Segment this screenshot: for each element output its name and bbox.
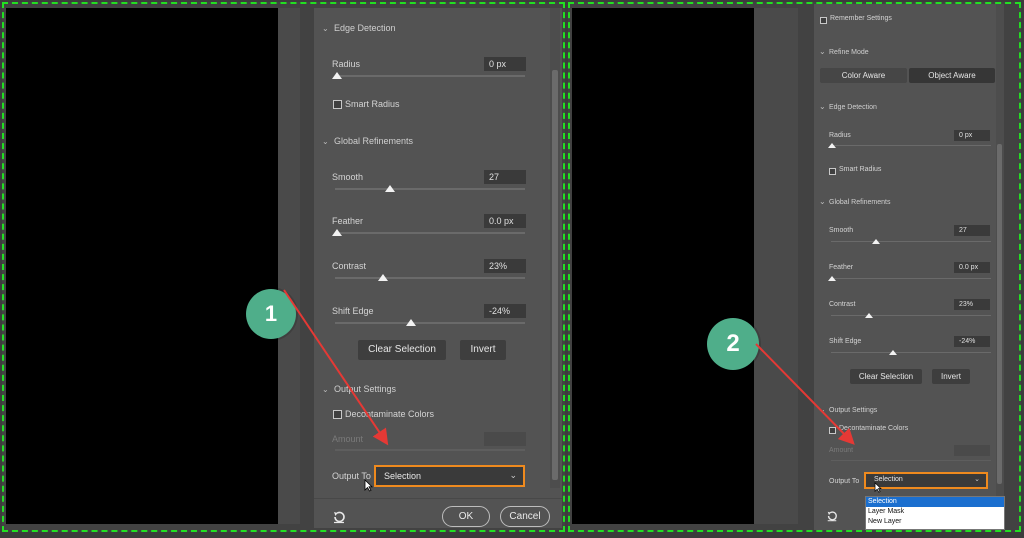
red-arrow-1 — [283, 289, 389, 446]
red-arrow-2 — [755, 343, 855, 445]
left-screenshot-frame: ⌄ Edge Detection Radius 0 px Smart Radius… — [2, 2, 565, 532]
right-screenshot-frame: Remember Settings ⌄ Refine Mode Color Awa… — [568, 2, 1021, 532]
